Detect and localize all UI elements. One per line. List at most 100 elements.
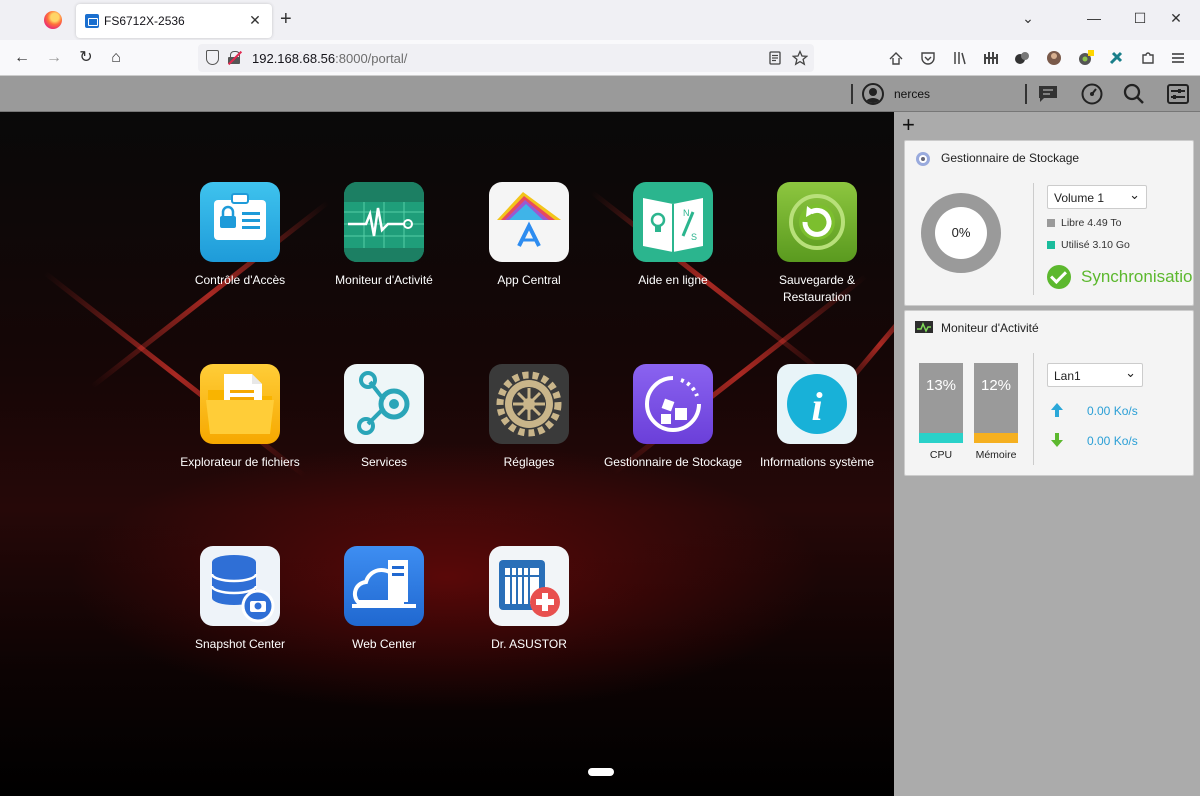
add-widget-button[interactable]: + <box>902 114 915 136</box>
app-settings[interactable]: Réglages <box>457 364 601 471</box>
library-icon[interactable] <box>952 50 968 66</box>
cpu-usage-bar: 13% <box>919 363 963 443</box>
app-activity-monitor[interactable]: Moniteur d'Activité <box>312 182 456 289</box>
minimize-window-button[interactable]: — <box>1084 10 1104 26</box>
app-label: Services <box>360 455 407 469</box>
cpu-label: CPU <box>929 449 953 461</box>
app-dr-asustor[interactable]: Dr. ASUSTOR <box>457 546 601 653</box>
app-label: Aide en ligne <box>638 273 708 287</box>
web-center-icon <box>344 546 424 626</box>
extension-gear-badge-icon[interactable] <box>1078 50 1094 66</box>
reload-button[interactable]: ↻ <box>76 48 96 68</box>
system-info-icon: i <box>777 364 857 444</box>
cpu-usage-percent: 13% <box>925 377 957 394</box>
url-bar[interactable]: 192.168.68.56:8000/portal/ <box>198 44 814 72</box>
forward-button[interactable]: → <box>44 48 64 68</box>
user-avatar-icon[interactable] <box>862 83 884 105</box>
home-button[interactable]: ⌂ <box>106 48 126 68</box>
firefox-logo-icon[interactable] <box>44 11 62 29</box>
app-label: Réglages <box>503 455 555 469</box>
storage-widget-icon <box>916 152 930 166</box>
app-label: Explorateur de fichiers <box>180 455 300 469</box>
topbar-separator <box>1025 84 1027 104</box>
free-legend-swatch <box>1047 219 1055 227</box>
extension-avatar-icon[interactable] <box>1046 50 1062 66</box>
app-label: Contrôle d'Accès <box>194 273 286 287</box>
svg-text:S: S <box>691 232 697 242</box>
url-text[interactable]: 192.168.68.56:8000/portal/ <box>252 51 407 66</box>
storage-manager-widget: Gestionnaire de Stockage 0% Volume 1 ⌄ L… <box>904 140 1194 306</box>
access-control-icon <box>200 182 280 262</box>
storage-used-label: Utilisé 3.10 Go <box>1061 239 1130 251</box>
tracking-protection-icon[interactable] <box>206 50 219 65</box>
upload-speed: 0.00 Ko/s <box>1087 404 1138 418</box>
storage-free-label: Libre 4.49 To <box>1061 217 1122 229</box>
desktop-wallpaper: Contrôle d'Accès Moniteur d'Activité App… <box>0 112 894 796</box>
close-window-button[interactable]: ✕ <box>1166 10 1186 27</box>
activity-monitor-widget: Moniteur d'Activité 13% CPU 12% Mémoire … <box>904 310 1194 476</box>
online-help-icon: NS <box>633 182 713 262</box>
memory-usage-percent: 12% <box>980 377 1012 394</box>
app-label: Moniteur d'Activité <box>335 273 433 287</box>
dashboard-gauge-icon[interactable] <box>1080 82 1104 106</box>
extension-bars-icon[interactable] <box>983 50 999 66</box>
list-all-tabs-icon[interactable]: ⌄ <box>1018 10 1038 27</box>
storage-status-text: Synchronisation <box>1081 267 1194 286</box>
activity-monitor-icon <box>344 182 424 262</box>
browser-nav-bar: ← → ↻ ⌂ 192.168.68.56:8000/portal/ <box>0 40 1200 76</box>
app-label: Dr. ASUSTOR <box>491 637 567 651</box>
volume-select-value: Volume 1 <box>1054 191 1105 205</box>
chevron-down-icon: ⌄ <box>1125 365 1136 380</box>
app-app-central[interactable]: App Central <box>457 182 601 289</box>
app-central-icon <box>489 182 569 262</box>
widgets-settings-icon[interactable] <box>1166 82 1190 106</box>
app-services[interactable]: Services <box>312 364 456 471</box>
storage-manager-icon <box>633 364 713 444</box>
maximize-window-button[interactable]: ☐ <box>1130 10 1150 27</box>
extension-puzzle-green-icon[interactable] <box>1108 50 1124 66</box>
backup-restore-icon <box>777 182 857 262</box>
services-icon <box>344 364 424 444</box>
settings-gear-icon <box>489 364 569 444</box>
menu-hamburger-icon[interactable] <box>1170 50 1186 66</box>
app-snapshot-center[interactable]: Snapshot Center <box>168 546 312 653</box>
extensions-puzzle-icon[interactable] <box>1140 50 1156 66</box>
app-label: Web Center <box>352 637 416 651</box>
app-online-help[interactable]: NS Aide en ligne <box>601 182 745 289</box>
app-access-control[interactable]: Contrôle d'Accès <box>168 182 312 289</box>
new-tab-button[interactable]: + <box>280 9 292 29</box>
back-button[interactable]: ← <box>12 48 32 68</box>
svg-text:i: i <box>811 384 822 429</box>
widget-divider <box>1033 353 1034 465</box>
dock-handle[interactable] <box>588 768 614 776</box>
storage-used-percent: 0% <box>951 225 971 240</box>
app-file-explorer[interactable]: Explorateur de fichiers <box>168 364 312 471</box>
network-interface-select[interactable]: Lan1 ⌄ <box>1047 363 1143 387</box>
app-web-center[interactable]: Web Center <box>312 546 456 653</box>
extension-balls-icon[interactable] <box>1014 50 1030 66</box>
app-storage-manager[interactable]: Gestionnaire de Stockage <box>601 364 745 471</box>
reader-view-icon[interactable] <box>768 51 782 65</box>
memory-label: Mémoire <box>975 449 1017 461</box>
messages-icon[interactable] <box>1036 82 1060 106</box>
save-to-pocket-icon[interactable] <box>888 50 904 66</box>
app-system-info[interactable]: i Informations système <box>745 364 889 471</box>
bookmark-star-icon[interactable] <box>792 50 808 66</box>
volume-select[interactable]: Volume 1 ⌄ <box>1047 185 1147 209</box>
asustor-favicon-icon <box>85 14 99 28</box>
adm-portal: nerces Contrôle d'Accès Moniteur d'Activ… <box>0 76 1200 796</box>
sync-check-icon <box>1047 265 1071 289</box>
interface-select-value: Lan1 <box>1054 369 1081 383</box>
browser-tab[interactable]: FS6712X-2536 ✕ <box>76 4 272 38</box>
upload-arrow-icon <box>1051 403 1063 417</box>
username-label[interactable]: nerces <box>894 87 930 101</box>
app-backup-restore[interactable]: Sauvegarde & Restauration <box>745 182 889 306</box>
used-legend-swatch <box>1047 241 1055 249</box>
pocket-icon[interactable] <box>920 50 936 66</box>
tab-close-icon[interactable]: ✕ <box>246 12 264 29</box>
app-label: Snapshot Center <box>194 637 286 651</box>
app-label: Sauvegarde & Restauration <box>778 273 856 304</box>
search-icon[interactable] <box>1122 82 1146 106</box>
storage-widget-title: Gestionnaire de Stockage <box>941 151 1080 165</box>
memory-usage-bar: 12% <box>974 363 1018 443</box>
